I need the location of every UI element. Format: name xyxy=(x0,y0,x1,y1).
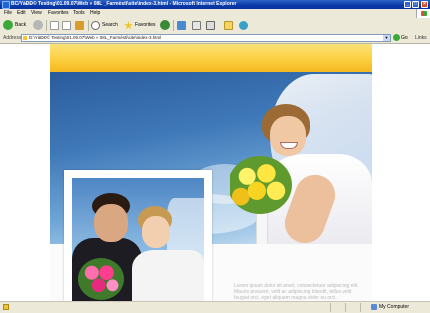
pink-bouquet xyxy=(78,258,124,300)
security-zone: My Computer xyxy=(379,304,410,310)
address-label: Address xyxy=(3,35,22,41)
page-icon xyxy=(23,36,27,40)
refresh-icon[interactable] xyxy=(62,21,71,30)
back-arrow-icon[interactable] xyxy=(3,20,13,30)
maximize-button[interactable]: □ xyxy=(412,1,419,8)
web-page: Lorem ipsum dolor sit amet, consectetuer… xyxy=(0,44,430,301)
window-title: BC/YàÐÐ© Testing\01.09.07\Web » 08L _Far… xyxy=(11,1,237,7)
folder-icon[interactable] xyxy=(224,21,233,30)
address-input[interactable]: D:\YàÐÐ© Testing\01.09.07\Web » 08L_Farm… xyxy=(21,34,391,42)
history-icon[interactable] xyxy=(177,21,186,30)
minimize-button[interactable]: _ xyxy=(404,1,411,8)
computer-icon xyxy=(371,304,377,310)
bride-face xyxy=(142,216,170,248)
status-separator xyxy=(345,303,346,312)
menu-edit[interactable]: Edit xyxy=(17,9,26,18)
favorites-star-icon[interactable] xyxy=(124,21,133,30)
title-bar: BC/YàÐÐ© Testing\01.09.07\Web » 08L _Far… xyxy=(0,0,430,9)
toolbar-separator xyxy=(46,20,47,31)
status-separator xyxy=(360,303,361,312)
mail-icon[interactable] xyxy=(192,21,201,30)
bride-face xyxy=(270,116,306,156)
menu-tools[interactable]: Tools xyxy=(73,9,85,18)
forward-arrow-icon[interactable] xyxy=(33,20,43,30)
toolbar: Back Search Favorites xyxy=(0,18,430,34)
page-status-icon xyxy=(3,304,9,310)
couple-photo xyxy=(72,178,204,301)
go-button[interactable]: Go xyxy=(401,33,408,43)
menu-help[interactable]: Help xyxy=(90,9,100,18)
toolbar-separator xyxy=(88,20,89,31)
messenger-icon[interactable] xyxy=(239,21,248,30)
bride-photo xyxy=(230,74,372,244)
site-header xyxy=(50,44,372,72)
status-separator xyxy=(330,303,331,312)
menu-file[interactable]: File xyxy=(4,9,12,18)
search-button[interactable]: Search xyxy=(102,21,118,30)
close-button[interactable]: × xyxy=(421,1,428,8)
print-icon[interactable] xyxy=(206,21,215,30)
back-button[interactable]: Back xyxy=(15,21,26,30)
intro-text: Lorem ipsum dolor sit amet, consectetuer… xyxy=(234,283,359,301)
groom-face xyxy=(94,204,128,242)
menu-favorites[interactable]: Favorites xyxy=(48,9,69,18)
site-container: Lorem ipsum dolor sit amet, consectetuer… xyxy=(50,44,372,301)
bride-dress xyxy=(132,250,204,301)
home-icon[interactable] xyxy=(75,21,84,30)
toolbar-separator xyxy=(173,20,174,31)
couple-photo-frame xyxy=(64,170,212,301)
favorites-button[interactable]: Favorites xyxy=(135,21,156,30)
status-bar: My Computer xyxy=(0,301,430,313)
chevron-down-icon[interactable]: ▼ xyxy=(383,35,390,41)
stop-icon[interactable] xyxy=(50,21,59,30)
address-bar: Address D:\YàÐÐ© Testing\01.09.07\Web » … xyxy=(0,33,430,44)
address-value: D:\YàÐÐ© Testing\01.09.07\Web » 08L_Farm… xyxy=(29,35,162,40)
search-icon[interactable] xyxy=(91,21,100,30)
links-button[interactable]: Links xyxy=(415,33,427,43)
windows-logo-icon xyxy=(416,9,430,18)
ie-icon xyxy=(2,1,10,9)
media-icon[interactable] xyxy=(160,20,170,30)
yellow-bouquet xyxy=(230,156,292,214)
go-arrow-icon[interactable] xyxy=(393,34,400,41)
menu-view[interactable]: View xyxy=(31,9,42,18)
